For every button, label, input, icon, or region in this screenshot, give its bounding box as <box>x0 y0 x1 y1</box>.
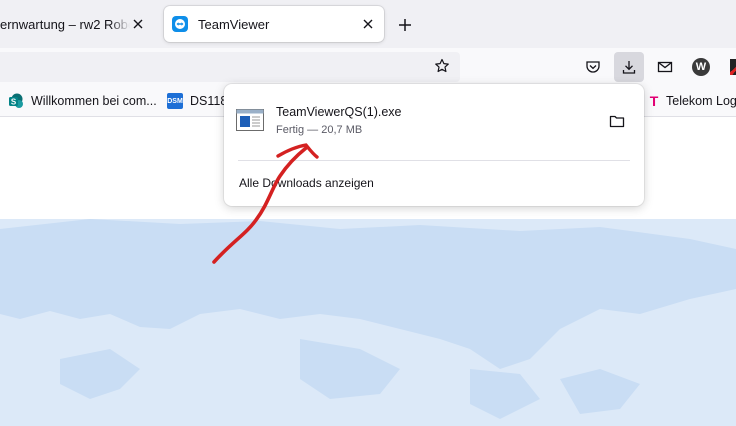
download-file-name: TeamViewerQS(1).exe <box>276 105 402 119</box>
extension-icon[interactable] <box>722 52 736 82</box>
bookmark-willkommen[interactable]: S Willkommen bei com... <box>8 86 157 116</box>
url-bar[interactable] <box>0 52 460 82</box>
show-all-downloads-button[interactable]: Alle Downloads anzeigen <box>239 176 374 190</box>
w-badge: W <box>692 58 710 76</box>
teamviewer-logo-icon <box>172 16 188 32</box>
close-icon[interactable] <box>356 12 380 36</box>
w-extension-button[interactable]: W <box>686 52 716 82</box>
downloads-panel: TeamViewerQS(1).exe Fertig — 20,7 MB All… <box>224 84 644 206</box>
bookmark-label: DS118 <box>190 94 228 108</box>
navigation-bar: W <box>0 48 736 86</box>
sharepoint-icon: S <box>8 93 24 109</box>
download-icon <box>622 61 636 74</box>
dsm-icon: DSM <box>167 93 183 109</box>
bookmark-label: Telekom Logi <box>666 94 736 108</box>
close-icon[interactable] <box>126 12 150 36</box>
tab-title: TeamViewer <box>198 16 270 32</box>
svg-text:S: S <box>11 98 17 107</box>
downloads-button[interactable] <box>614 52 644 82</box>
download-status: Fertig — 20,7 MB <box>276 124 363 136</box>
folder-icon <box>609 115 625 128</box>
download-item[interactable]: TeamViewerQS(1).exe Fertig — 20,7 MB <box>224 84 644 154</box>
new-tab-button[interactable] <box>392 12 418 38</box>
plus-icon <box>399 19 411 31</box>
telekom-icon: T <box>649 93 659 109</box>
tab-strip: ernwartung – rw2 Robert & TeamViewer <box>0 0 736 48</box>
tab-teamviewer[interactable]: TeamViewer <box>164 6 384 42</box>
mail-icon[interactable] <box>650 52 680 82</box>
world-map-background <box>0 219 736 426</box>
exe-file-icon <box>236 109 264 131</box>
bookmark-label: Willkommen bei com... <box>31 94 157 108</box>
bookmark-ds118[interactable]: DSM DS118 <box>167 86 227 116</box>
open-folder-button[interactable] <box>604 108 630 134</box>
panel-divider <box>238 160 630 161</box>
tab-fernwartung[interactable]: ernwartung – rw2 Robert & <box>0 6 158 42</box>
tab-title: ernwartung – rw2 Robert & <box>0 16 130 32</box>
bookmark-telekom[interactable]: T Telekom Logi <box>648 86 736 116</box>
pocket-icon[interactable] <box>578 52 608 82</box>
bookmark-star-icon[interactable] <box>430 54 454 78</box>
